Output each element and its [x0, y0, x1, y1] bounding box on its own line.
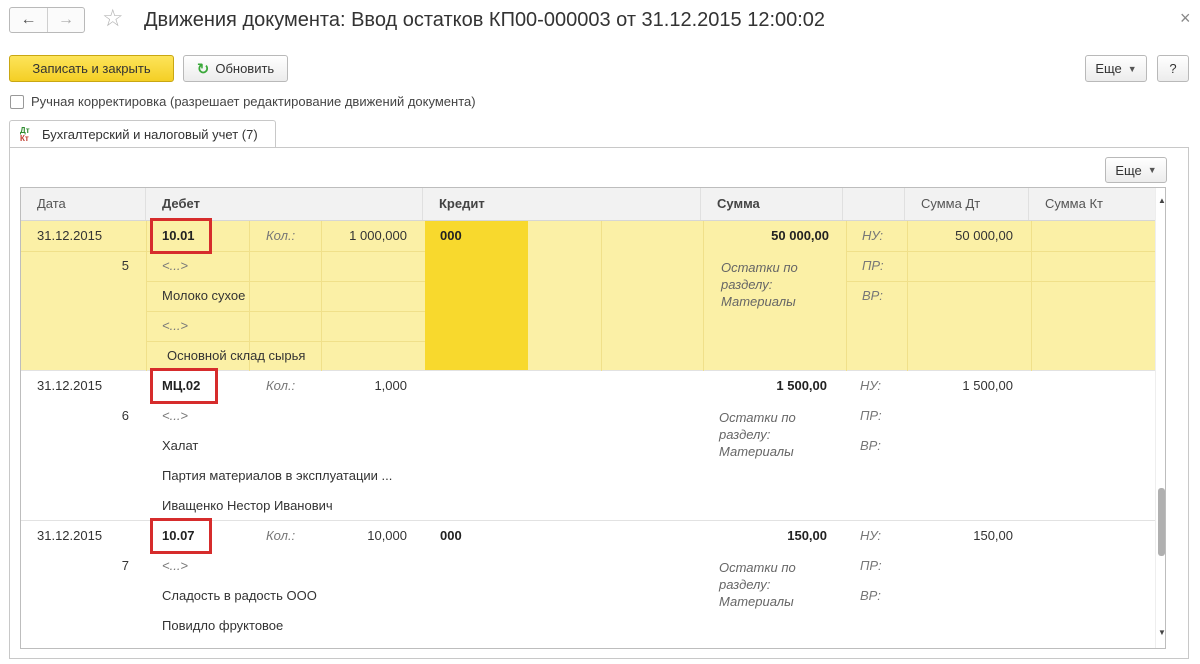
more-label: Еще [1095, 61, 1122, 76]
cell-vr-label: ВР: [860, 438, 881, 453]
scroll-up-icon[interactable]: ▲ [1158, 196, 1165, 205]
highlight-box [150, 518, 212, 554]
tab-label: Бухгалтерский и налоговый учет (7) [42, 127, 258, 142]
refresh-button[interactable]: ↻ Обновить [183, 55, 288, 82]
cell-sum-dt: 50 000,00 [955, 228, 1013, 243]
column-sum-dt[interactable]: Сумма Дт [905, 188, 1029, 220]
highlight-box [150, 218, 212, 254]
cell-debit-sub3: Повидло фруктовое [162, 618, 284, 633]
navigation-buttons: ← → [9, 7, 85, 33]
window-title: Движения документа: Ввод остатков КП00-0… [144, 9, 826, 31]
cell-debit-sub2: Сладость в радость ООО [162, 588, 317, 603]
cell-debit-sub2: Молоко сухое [162, 288, 246, 303]
cell-date: 31.12.2015 [37, 528, 103, 543]
cell-content: Остатки по разделу: Материалы [719, 560, 796, 609]
cell-qty-label: Кол.: [266, 528, 296, 543]
cell-pr-label: ПР: [860, 408, 882, 423]
cell-sum: 50 000,00 [771, 228, 829, 243]
column-sum[interactable]: Сумма [701, 188, 843, 220]
cell-debit-sub2: Халат [162, 438, 199, 453]
movements-table: Дата Дебет Кредит Сумма Сумма Дт Сумма К… [20, 187, 1166, 649]
more-button[interactable]: Еще ▼ [1085, 55, 1147, 82]
cell-debit-sub3: <...> [162, 318, 189, 333]
cell-qty: 1 000,000 [349, 228, 407, 243]
forward-button[interactable]: → [46, 8, 84, 32]
cell-debit-sub4: Иващенко Нестор Иванович [162, 498, 333, 513]
cell-vr-label: ВР: [860, 588, 881, 603]
cell-sum: 150,00 [787, 528, 827, 543]
cell-debit-sub1: <...> [162, 258, 189, 273]
scroll-down-icon[interactable]: ▼ [1158, 628, 1165, 637]
cell-vr-label: ВР: [862, 288, 883, 303]
close-icon[interactable]: × [1180, 8, 1191, 29]
cell-sum-dt: 1 500,00 [962, 378, 1013, 393]
chevron-down-icon: ▼ [1127, 63, 1137, 74]
arrow-right-icon: → [57, 11, 74, 28]
cell-pr-label: ПР: [862, 258, 884, 273]
save-and-close-button[interactable]: Записать и закрыть [9, 55, 174, 82]
cell-qty-label: Кол.: [266, 228, 296, 243]
cell-qty: 10,000 [367, 528, 407, 543]
cell-index: 7 [121, 558, 129, 573]
cell-credit-account: 000 [440, 528, 462, 543]
cell-pr-label: ПР: [860, 558, 882, 573]
highlight-box [150, 368, 218, 404]
column-date[interactable]: Дата [21, 188, 146, 220]
column-sum-kt[interactable]: Сумма Кт [1029, 188, 1155, 220]
cell-index: 5 [121, 258, 129, 273]
manual-edit-label: Ручная корректировка (разрешает редактир… [31, 94, 476, 109]
cell-date: 31.12.2015 [37, 228, 103, 243]
cell-debit-sub1: <...> [162, 558, 189, 573]
tab-accounting[interactable]: Дт Кт Бухгалтерский и налоговый учет (7) [9, 120, 276, 148]
cell-debit-sub1: <...> [162, 408, 189, 423]
cell-content: Остатки по разделу: Материалы [721, 260, 798, 309]
cell-sum: 1 500,00 [776, 378, 827, 393]
cell-qty-label: Кол.: [266, 378, 296, 393]
arrow-left-icon: ← [20, 11, 37, 28]
refresh-label: Обновить [215, 61, 275, 76]
cell-debit-sub4: Основной склад сырья [167, 348, 306, 363]
table-header: Дата Дебет Кредит Сумма Сумма Дт Сумма К… [21, 188, 1165, 221]
chevron-down-icon: ▼ [1147, 165, 1157, 175]
cell-content: Остатки по разделу: Материалы [719, 410, 796, 459]
cell-nu-label: НУ: [860, 528, 882, 543]
table-row[interactable]: 31.12.2015 5 10.01 Кол.: 1 000,000 <...>… [21, 218, 1155, 371]
table-more-label: Еще [1115, 162, 1142, 178]
refresh-icon: ↻ [196, 60, 210, 78]
cell-debit-sub3: Партия материалов в эксплуатации ... [162, 468, 393, 483]
table-row[interactable]: 31.12.2015 6 МЦ.02 Кол.: 1,000 <...> Хал… [21, 368, 1155, 521]
cell-qty: 1,000 [374, 378, 407, 393]
vertical-scrollbar[interactable]: ▲ ▼ [1155, 188, 1165, 648]
cell-sum-dt: 150,00 [973, 528, 1013, 543]
cell-nu-label: НУ: [862, 228, 884, 243]
cell-date: 31.12.2015 [37, 378, 103, 393]
column-credit[interactable]: Кредит [423, 188, 701, 220]
column-blank [843, 188, 905, 220]
table-row[interactable]: 31.12.2015 7 10.07 Кол.: 10,000 <...> Сл… [21, 518, 1155, 648]
cell-nu-label: НУ: [860, 378, 882, 393]
help-button[interactable]: ? [1157, 55, 1189, 82]
star-icon[interactable]: ☆ [102, 6, 124, 32]
column-debit[interactable]: Дебет [146, 188, 423, 220]
back-button[interactable]: ← [10, 8, 47, 32]
debit-credit-icon: Дт Кт [20, 125, 30, 143]
cell-index: 6 [121, 408, 129, 423]
scroll-thumb[interactable] [1158, 488, 1165, 556]
cell-credit-account[interactable]: 000 [440, 221, 462, 251]
manual-edit-checkbox[interactable] [10, 95, 24, 109]
table-more-button[interactable]: Еще ▼ [1105, 157, 1167, 183]
